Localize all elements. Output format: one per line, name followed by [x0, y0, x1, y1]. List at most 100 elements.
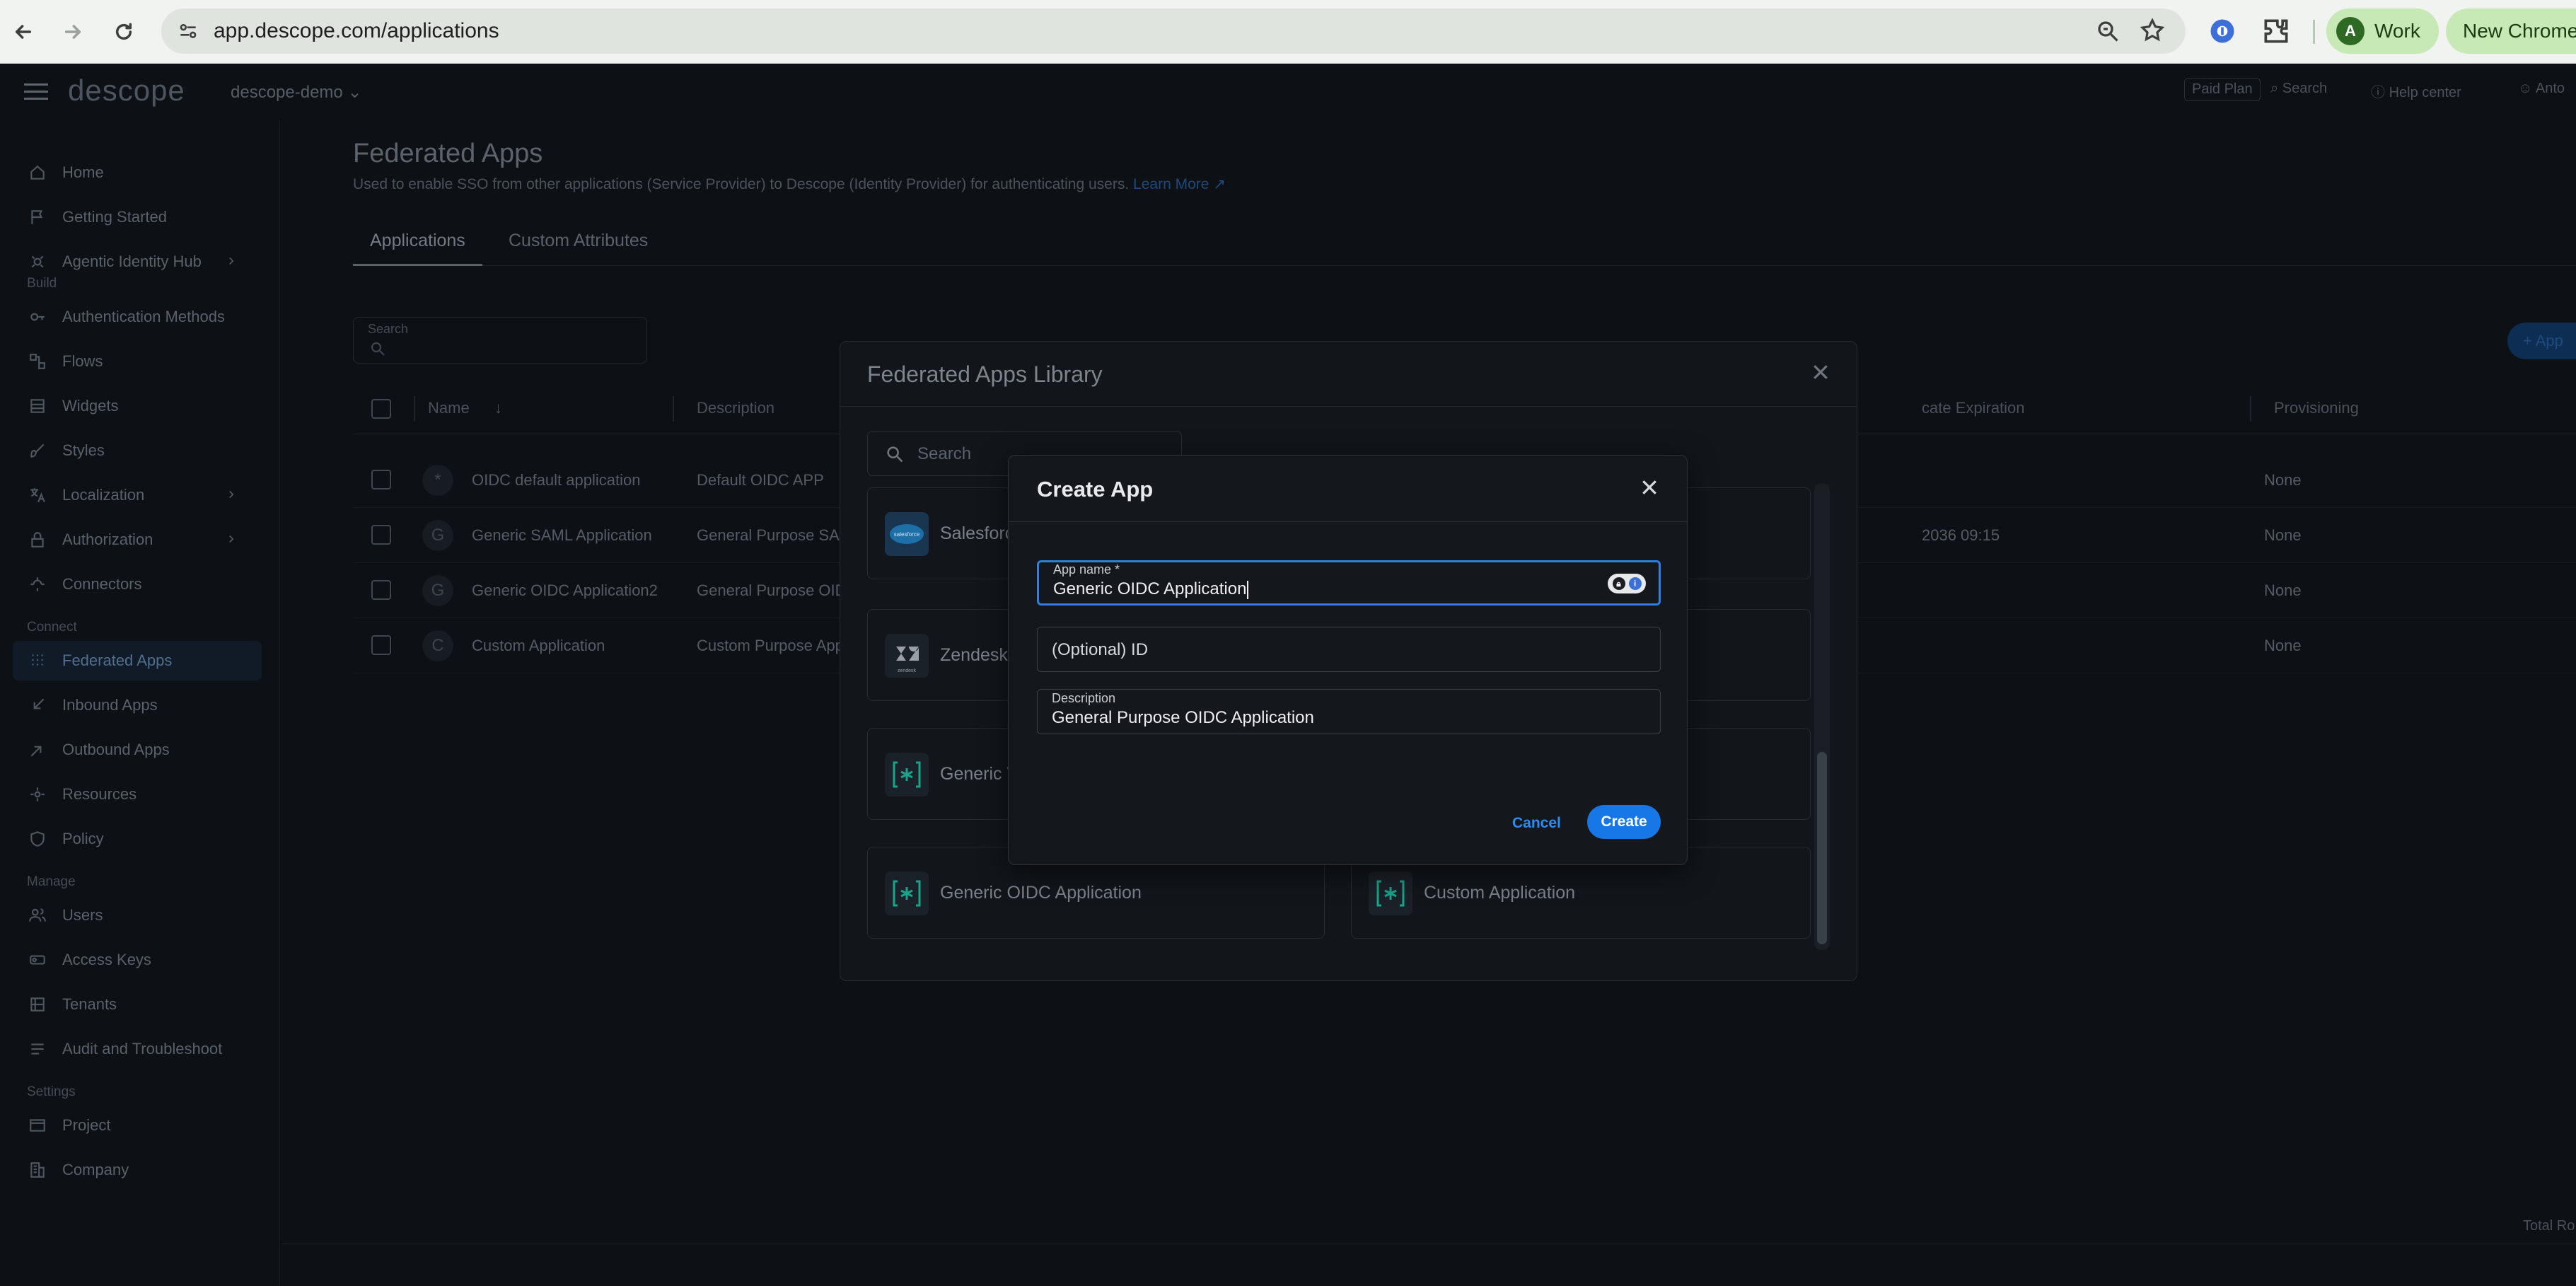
- descope-logo[interactable]: descope: [68, 74, 185, 108]
- sidebar-item-flows[interactable]: Flows: [13, 342, 262, 381]
- lock-icon: 🔒︎: [1612, 577, 1625, 590]
- row-provisioning: None: [2264, 581, 2302, 599]
- sidebar: Home Getting Started Agentic Identity Hu…: [0, 120, 280, 1286]
- row-provisioning: None: [2264, 637, 2302, 654]
- svg-text:salesforce: salesforce: [894, 531, 920, 538]
- external-link-icon: ↗: [1213, 176, 1226, 192]
- row-checkbox[interactable]: [371, 470, 391, 490]
- zoom-icon[interactable]: [2095, 18, 2120, 44]
- sidebar-item-project[interactable]: Project: [13, 1106, 262, 1145]
- sidebar-item-connectors[interactable]: Connectors: [13, 564, 262, 604]
- row-name: OIDC default application: [472, 471, 641, 489]
- sidebar-item-tenants[interactable]: Tenants: [13, 985, 262, 1024]
- project-name: descope-demo: [231, 83, 343, 102]
- row-description: Custom Purpose Appli: [697, 637, 851, 654]
- back-arrow-icon[interactable]: [6, 14, 41, 50]
- project-selector[interactable]: descope-demo ⌄: [231, 82, 362, 103]
- column-separator: [414, 396, 415, 422]
- sidebar-item-home[interactable]: Home: [13, 153, 262, 192]
- password-manager-badge-icon[interactable]: 🔒︎ i: [1608, 574, 1646, 593]
- home-icon: [28, 163, 47, 182]
- chevron-right-icon: [225, 533, 238, 545]
- sidebar-item-label: Access Keys: [62, 951, 151, 968]
- sidebar-item-users[interactable]: Users: [13, 896, 262, 935]
- section-connect: Connect: [27, 620, 77, 635]
- sidebar-item-company[interactable]: Company: [13, 1150, 262, 1190]
- zendesk-logo-icon: zendesk: [885, 634, 929, 678]
- row-checkbox[interactable]: [371, 635, 391, 655]
- profile-button[interactable]: A Work: [2326, 8, 2439, 54]
- user-menu[interactable]: ☺ Anto: [2518, 81, 2565, 97]
- sidebar-item-label: Resources: [62, 785, 137, 803]
- brush-icon: [28, 441, 47, 460]
- page-subtitle: Used to enable SSO from other applicatio…: [353, 175, 1226, 193]
- cancel-button[interactable]: Cancel: [1512, 815, 1561, 832]
- column-description[interactable]: Description: [697, 399, 774, 417]
- extensions-puzzle-icon[interactable]: [2261, 16, 2292, 47]
- library-card-name: Custom Application: [1424, 883, 1576, 903]
- descope-logo-icon: [1369, 871, 1412, 915]
- reload-icon[interactable]: [106, 14, 141, 50]
- address-bar[interactable]: app.descope.com/applications: [161, 8, 2186, 54]
- sidebar-item-access-keys[interactable]: Access Keys: [13, 940, 262, 980]
- column-name[interactable]: Name: [428, 399, 470, 417]
- header-search[interactable]: ⌕ Search: [2270, 81, 2327, 97]
- menu-icon[interactable]: [24, 83, 48, 100]
- sidebar-item-inbound-apps[interactable]: Inbound Apps: [13, 685, 262, 725]
- row-description: Default OIDC APP: [697, 471, 824, 489]
- sidebar-item-label: Policy: [62, 830, 104, 847]
- description-field[interactable]: Description General Purpose OIDC Applica…: [1037, 689, 1661, 734]
- tab-applications[interactable]: Applications: [353, 226, 482, 266]
- tab-custom-attributes[interactable]: Custom Attributes: [492, 226, 665, 266]
- section-settings: Settings: [27, 1084, 76, 1099]
- sidebar-item-outbound-apps[interactable]: Outbound Apps: [13, 730, 262, 770]
- apps-search-input[interactable]: Search: [353, 317, 647, 364]
- column-certificate-expiration[interactable]: cate Expiration: [1922, 399, 2025, 417]
- new-chrome-button[interactable]: New Chrome: [2446, 8, 2576, 54]
- row-checkbox[interactable]: [371, 525, 391, 545]
- library-card-name: Salesforc: [940, 523, 1014, 543]
- app-icon: *: [422, 465, 453, 496]
- description-label: Description: [1052, 691, 1116, 705]
- learn-more-link[interactable]: Learn More: [1133, 176, 1209, 192]
- bookmark-star-icon[interactable]: [2139, 17, 2166, 44]
- section-build: Build: [27, 276, 57, 291]
- paid-plan-badge: Paid Plan: [2184, 78, 2261, 101]
- sidebar-item-authorization[interactable]: Authorization: [13, 520, 262, 560]
- sort-arrow-icon[interactable]: ↓: [494, 399, 502, 417]
- app-name-field[interactable]: App name * Generic OIDC Application 🔒︎ i: [1037, 560, 1661, 606]
- close-icon[interactable]: [1639, 477, 1660, 498]
- sidebar-item-label: Audit and Troubleshoot: [62, 1040, 223, 1058]
- sidebar-item-federated-apps[interactable]: Federated Apps: [13, 641, 262, 680]
- section-manage: Manage: [27, 874, 76, 889]
- sidebar-item-policy[interactable]: Policy: [13, 819, 262, 859]
- library-header: Federated Apps Library: [840, 342, 1857, 407]
- password-manager-extension-icon[interactable]: [2207, 16, 2238, 47]
- sidebar-item-label: Flows: [62, 352, 103, 370]
- sidebar-item-styles[interactable]: Styles: [13, 431, 262, 470]
- chevron-right-icon: [225, 488, 238, 501]
- forward-arrow-icon[interactable]: [55, 14, 91, 50]
- project-icon: [28, 1116, 47, 1135]
- close-icon[interactable]: [1810, 361, 1831, 383]
- optional-id-field[interactable]: (Optional) ID: [1037, 627, 1661, 672]
- scrollbar-thumb[interactable]: [1817, 752, 1827, 944]
- sidebar-item-getting-started[interactable]: Getting Started: [13, 197, 262, 237]
- library-scrollbar[interactable]: [1814, 483, 1830, 950]
- help-center-link[interactable]: ⓘ Help center: [2371, 81, 2461, 101]
- sidebar-item-label: Project: [62, 1116, 111, 1134]
- create-button[interactable]: Create: [1587, 805, 1661, 839]
- site-settings-icon[interactable]: [177, 20, 199, 42]
- sidebar-item-resources[interactable]: Resources: [13, 775, 262, 814]
- sidebar-item-widgets[interactable]: Widgets: [13, 386, 262, 426]
- connector-icon: [28, 575, 47, 593]
- app-icon: G: [422, 520, 453, 551]
- sidebar-item-authentication-methods[interactable]: Authentication Methods: [13, 297, 262, 337]
- text-cursor: [1247, 580, 1249, 599]
- column-provisioning[interactable]: Provisioning: [2274, 399, 2359, 417]
- sidebar-item-audit-and-troubleshoot[interactable]: Audit and Troubleshoot: [13, 1029, 262, 1069]
- add-app-button[interactable]: + App: [2507, 323, 2576, 359]
- select-all-checkbox[interactable]: [371, 399, 391, 419]
- row-checkbox[interactable]: [371, 580, 391, 600]
- sidebar-item-localization[interactable]: Localization: [13, 475, 262, 515]
